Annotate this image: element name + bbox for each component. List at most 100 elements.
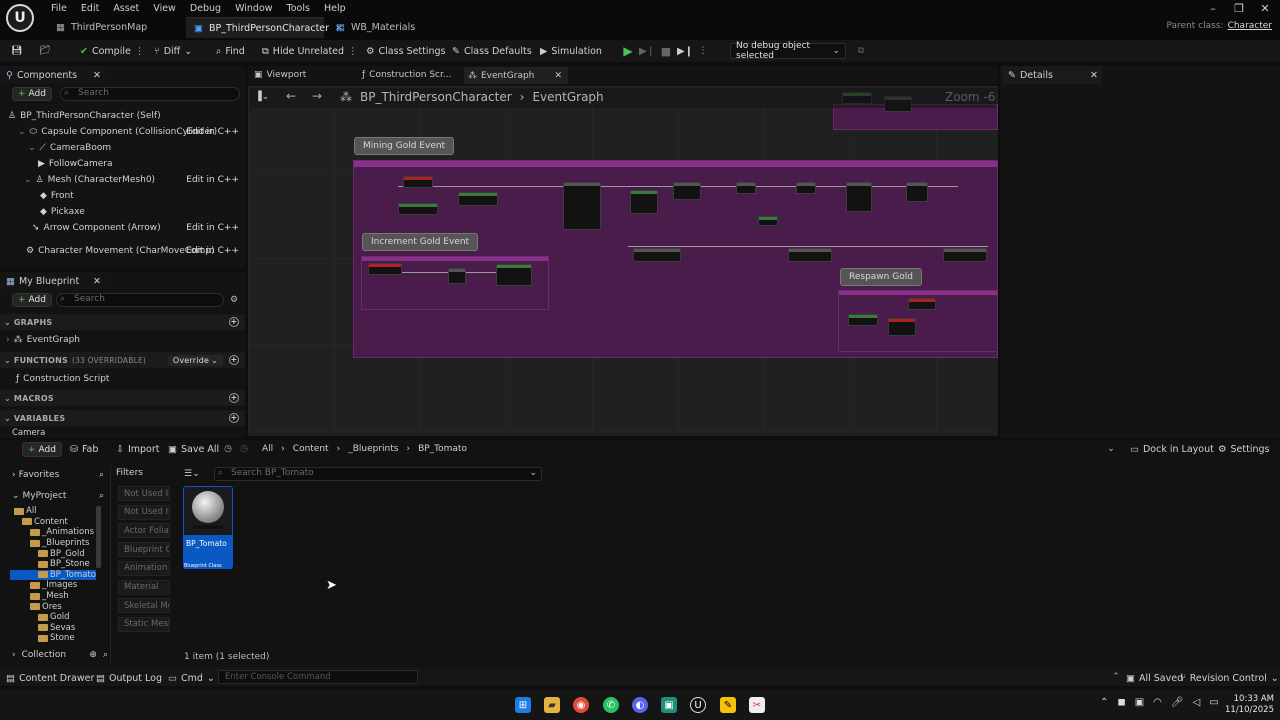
component-item-front[interactable]: ◆ Front <box>40 188 74 204</box>
graph-node[interactable] <box>368 263 402 275</box>
graph-node[interactable] <box>630 190 658 214</box>
step-icon[interactable]: ▶❘ <box>639 44 655 58</box>
import-button[interactable]: ⇩ Import <box>116 442 160 456</box>
filter-chip[interactable]: Material <box>118 579 170 595</box>
debug-object-dropdown[interactable]: No debug object selected ⌄ <box>730 41 846 61</box>
menu-edit[interactable]: Edit <box>74 3 106 14</box>
my-blueprint-search-input[interactable]: ⌕ Search <box>56 293 224 307</box>
graph-node[interactable] <box>848 314 878 326</box>
snipping-icon[interactable]: ✂ <box>749 697 765 713</box>
breadcrumb-blueprint[interactable]: BP_ThirdPersonCharacter <box>360 90 512 104</box>
class-defaults-button[interactable]: ✎ Class Defaults <box>452 44 532 58</box>
close-icon[interactable]: ✕ <box>554 71 562 81</box>
chevron-up-icon[interactable]: ⌃ <box>1100 697 1108 708</box>
path-segment[interactable]: Content <box>293 444 329 454</box>
my-blueprint-tab[interactable]: ▦ My Blueprint ✕ <box>0 272 105 290</box>
revision-control-button[interactable]: ⑂ Revision Control ⌄ <box>1180 671 1279 685</box>
cb-search-input[interactable]: ⌕ Search BP_Tomato ⌄ <box>214 467 542 481</box>
search-icon[interactable]: ⌕ <box>99 491 104 501</box>
chrome-icon[interactable]: ◉ <box>573 697 589 713</box>
simulation-button[interactable]: ▶ Simulation <box>540 44 602 58</box>
event-graph-item[interactable]: › ⁂ EventGraph <box>6 332 80 348</box>
find-button[interactable]: ⌕ Find <box>216 44 245 58</box>
close-icon[interactable]: ✕ <box>93 70 101 81</box>
save-icon[interactable]: 💾︎ <box>10 44 24 58</box>
component-item-character-movement[interactable]: ⚙ Character Movement (CharMoveComp) Edit i… <box>26 243 245 259</box>
filter-icon[interactable]: ☰⌄ <box>184 467 202 481</box>
history-forward-icon[interactable]: ◷ <box>238 443 250 455</box>
override-dropdown[interactable]: Override ⌄ <box>167 354 223 366</box>
back-arrow-icon[interactable]: ← <box>284 89 298 103</box>
play-icon[interactable]: ▶ <box>621 44 635 58</box>
discord-icon[interactable]: ◐ <box>632 697 648 713</box>
component-item-mesh[interactable]: ⌄ ♙ Mesh (CharacterMesh0) Edit in C++ <box>24 172 245 188</box>
graph-node[interactable] <box>403 176 433 188</box>
add-function-icon[interactable]: + <box>229 355 239 365</box>
graph-node[interactable] <box>943 248 987 262</box>
folder-item[interactable]: Stone <box>10 633 96 644</box>
microphone-icon[interactable]: 🎤︎ <box>1171 697 1184 708</box>
comment-label-respawn[interactable]: Respawn Gold <box>840 268 922 286</box>
wifi-icon[interactable]: ◠ <box>1153 697 1162 708</box>
graph-node[interactable] <box>736 182 756 194</box>
menu-help[interactable]: Help <box>317 3 353 14</box>
edit-in-cpp-link[interactable]: Edit in C++ <box>186 127 239 137</box>
folder-item[interactable]: Content <box>10 517 96 528</box>
functions-section[interactable]: ⌄ FUNCTIONS (33 OVERRIDABLE) Override ⌄ + <box>0 352 245 368</box>
unreal-engine-icon[interactable]: U <box>690 697 706 713</box>
close-window-icon[interactable]: ✕ <box>1252 0 1278 16</box>
filter-chip[interactable]: Not Used In... <box>118 504 170 520</box>
graph-node[interactable] <box>673 182 701 200</box>
bookmark-icon[interactable]: ▐⌄ <box>254 90 270 104</box>
comment-label-mining[interactable]: Mining Gold Event <box>354 137 455 155</box>
component-item-self[interactable]: ♙ BP_ThirdPersonCharacter (Self) <box>8 108 245 124</box>
more-icon[interactable]: ⋮ <box>698 44 708 58</box>
graph-node[interactable] <box>758 216 778 226</box>
breadcrumb-graph[interactable]: EventGraph <box>532 90 603 104</box>
tree-scrollbar[interactable] <box>96 506 101 568</box>
search-icon[interactable]: ⌕ <box>103 650 108 660</box>
hide-unrelated-button[interactable]: ⧉ Hide Unrelated ⋮ <box>262 44 358 58</box>
add-member-button[interactable]: + Add <box>12 293 52 307</box>
forward-arrow-icon[interactable]: → <box>310 89 324 103</box>
filter-chip[interactable]: Actor Foliage <box>118 523 170 539</box>
fab-button[interactable]: ⛁ Fab <box>70 442 98 456</box>
folder-item[interactable]: BP_Gold <box>10 548 96 559</box>
unreal-logo-icon[interactable]: U <box>6 4 34 32</box>
event-graph-canvas[interactable]: Mining Gold Event Increment Gold Event R… <box>248 86 998 436</box>
path-segment[interactable]: BP_Tomato <box>418 444 467 454</box>
file-explorer-icon[interactable]: ▰ <box>544 697 560 713</box>
graph-node[interactable] <box>633 248 681 262</box>
favorites-header[interactable]: › Favorites ⌕ <box>12 468 104 482</box>
tab-third-person-map[interactable]: ▦ ThirdPersonMap <box>48 17 184 38</box>
parent-class-link[interactable]: Character <box>1228 21 1272 31</box>
folder-item[interactable]: _Images <box>10 580 96 591</box>
output-log-button[interactable]: ▤ Output Log <box>96 671 162 685</box>
save-all-button[interactable]: ▣ Save All <box>168 442 219 456</box>
minimize-icon[interactable]: – <box>1200 0 1226 16</box>
cb-add-button[interactable]: + Add <box>22 442 62 457</box>
stop-icon[interactable]: ■ <box>660 44 672 58</box>
add-component-button[interactable]: + Add <box>12 87 52 101</box>
edit-in-cpp-link[interactable]: Edit in C++ <box>186 246 239 256</box>
clock[interactable]: 10:33 AM 11/10/2025 <box>1222 694 1274 716</box>
graph-node[interactable] <box>458 192 498 206</box>
variable-category-camera[interactable]: Camera <box>12 428 45 438</box>
add-collection-icon[interactable]: ⊕ <box>89 650 97 660</box>
content-drawer-button[interactable]: ▤ Content Drawer <box>6 671 94 685</box>
close-icon[interactable]: ✕ <box>93 276 101 287</box>
folder-item[interactable]: _Blueprints <box>10 538 96 549</box>
tab-construction-script[interactable]: ƒ Construction Scr... <box>362 68 451 82</box>
tab-bp-third-person-character[interactable]: ▣ BP_ThirdPersonCharacter ✕ <box>186 17 343 38</box>
component-item-camera-boom[interactable]: ⌄ ⟋ CameraBoom <box>28 140 111 156</box>
battery-icon[interactable]: ▭ <box>1209 697 1218 708</box>
folder-item[interactable]: All <box>10 506 96 517</box>
eject-icon[interactable]: ▶❙ <box>677 44 693 58</box>
tab-wb-materials[interactable]: ▤ WB_Materials <box>328 17 428 38</box>
graphs-section[interactable]: ⌄ GRAPHS + <box>0 314 245 330</box>
menu-asset[interactable]: Asset <box>106 3 146 14</box>
component-item-pickaxe[interactable]: ◆ Pickaxe <box>40 204 85 220</box>
app-icon[interactable]: ▣ <box>661 697 677 713</box>
asset-tile-bp-tomato[interactable]: BP_Tomato Blueprint Class <box>183 486 233 569</box>
filter-chip[interactable]: Animation M... <box>118 560 170 576</box>
